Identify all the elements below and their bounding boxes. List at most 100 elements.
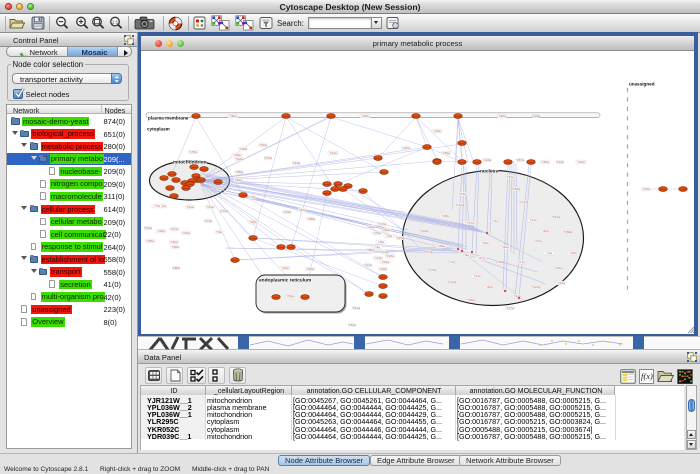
svg-text:Yr27w: Yr27w bbox=[477, 256, 485, 260]
svg-text:Yr13w: Yr13w bbox=[380, 250, 388, 254]
svg-text:Yr19w: Yr19w bbox=[281, 266, 289, 270]
svg-text:Yr78w: Yr78w bbox=[189, 150, 197, 154]
svg-text:Yr55w: Yr55w bbox=[235, 170, 243, 174]
svg-text:Yr16w: Yr16w bbox=[481, 241, 489, 245]
svg-text:Yr64w: Yr64w bbox=[437, 244, 445, 248]
svg-text:Yr54w: Yr54w bbox=[283, 210, 291, 214]
svg-text:Yr36w: Yr36w bbox=[361, 114, 369, 118]
svg-text:Yr67w: Yr67w bbox=[534, 239, 542, 243]
svg-text:Yr64w: Yr64w bbox=[367, 225, 375, 229]
svg-text:Yr36w: Yr36w bbox=[157, 229, 165, 233]
svg-text:Yr82w: Yr82w bbox=[512, 187, 520, 191]
svg-text:Yr29w: Yr29w bbox=[532, 114, 540, 118]
svg-text:Yr41w: Yr41w bbox=[352, 306, 360, 310]
svg-text:Yr71w: Yr71w bbox=[517, 260, 525, 264]
svg-text:Yr20w: Yr20w bbox=[402, 146, 410, 150]
svg-text:Yr70w: Yr70w bbox=[466, 221, 474, 225]
svg-text:Yr42w: Yr42w bbox=[235, 157, 243, 161]
svg-text:Yr45w: Yr45w bbox=[306, 267, 314, 271]
svg-text:Yr84w: Yr84w bbox=[498, 114, 506, 118]
svg-text:Yr64w: Yr64w bbox=[506, 175, 514, 179]
svg-text:Yr17w: Yr17w bbox=[506, 306, 514, 310]
svg-text:Yr79w: Yr79w bbox=[428, 268, 436, 272]
svg-text:Yr57w: Yr57w bbox=[516, 158, 524, 162]
svg-text:Yr6w: Yr6w bbox=[216, 230, 222, 234]
svg-text:Yr47w: Yr47w bbox=[170, 227, 178, 231]
svg-text:Yr0w: Yr0w bbox=[378, 240, 384, 244]
svg-text:Yr30w: Yr30w bbox=[249, 220, 257, 224]
svg-text:Yr35w: Yr35w bbox=[146, 239, 154, 243]
svg-text:Yr63w: Yr63w bbox=[182, 231, 190, 235]
svg-text:Yr66w: Yr66w bbox=[171, 245, 179, 249]
svg-text:Yr43w: Yr43w bbox=[557, 281, 565, 285]
svg-text:Yr65w: Yr65w bbox=[442, 151, 450, 155]
svg-text:mitochondrion: mitochondrion bbox=[173, 160, 207, 166]
svg-text:Yr15w: Yr15w bbox=[396, 236, 404, 240]
svg-text:Yr41w: Yr41w bbox=[186, 205, 194, 209]
svg-text:Yr14w: Yr14w bbox=[292, 161, 300, 165]
svg-text:Yr31w: Yr31w bbox=[577, 160, 585, 164]
svg-text:Yr70w: Yr70w bbox=[264, 156, 272, 160]
svg-text:Yr22w: Yr22w bbox=[532, 285, 540, 289]
svg-text:Yr76w: Yr76w bbox=[373, 231, 381, 235]
svg-text:Yr24w: Yr24w bbox=[381, 260, 389, 264]
svg-text:Yr52w: Yr52w bbox=[259, 143, 267, 147]
svg-text:Yr2w: Yr2w bbox=[449, 260, 455, 264]
svg-text:Yr54w: Yr54w bbox=[348, 323, 356, 327]
svg-text:Yr34w: Yr34w bbox=[642, 187, 650, 191]
svg-text:Yr32w: Yr32w bbox=[420, 229, 428, 233]
svg-text:Yr25w: Yr25w bbox=[554, 266, 562, 270]
svg-text:Yr79w: Yr79w bbox=[220, 209, 228, 213]
svg-text:Yr72w: Yr72w bbox=[378, 222, 386, 226]
svg-text:Yr13w: Yr13w bbox=[374, 256, 382, 260]
svg-text:Yr33w: Yr33w bbox=[458, 192, 466, 196]
svg-text:Yr62w: Yr62w bbox=[234, 178, 242, 182]
svg-text:Yr41w: Yr41w bbox=[329, 151, 337, 155]
svg-text:endoplasmic reticulum: endoplasmic reticulum bbox=[259, 278, 311, 284]
svg-text:Yr36w: Yr36w bbox=[239, 147, 247, 151]
svg-text:Yr20w: Yr20w bbox=[144, 226, 152, 230]
svg-text:Yr38w: Yr38w bbox=[441, 214, 449, 218]
svg-text:Yr59w: Yr59w bbox=[467, 298, 475, 302]
svg-text:Yr88w: Yr88w bbox=[172, 266, 180, 270]
svg-text:Yr61w: Yr61w bbox=[206, 205, 214, 209]
svg-text:Yr13w: Yr13w bbox=[519, 200, 527, 204]
svg-text:Yr40w: Yr40w bbox=[501, 245, 509, 249]
svg-text:Yr64w: Yr64w bbox=[485, 285, 493, 289]
svg-text:Yr7w: Yr7w bbox=[154, 204, 160, 208]
svg-text:nucleus: nucleus bbox=[480, 169, 498, 175]
svg-text:Yr41w: Yr41w bbox=[473, 274, 481, 278]
svg-text:Yr67w: Yr67w bbox=[298, 208, 306, 212]
svg-text:Yr25w: Yr25w bbox=[569, 251, 577, 255]
svg-text:Yr4w: Yr4w bbox=[249, 195, 255, 199]
svg-text:Yr36w: Yr36w bbox=[233, 153, 241, 157]
svg-text:Yr29w: Yr29w bbox=[379, 267, 387, 271]
svg-text:Yr10w: Yr10w bbox=[364, 263, 372, 267]
svg-text:1:1: 1:1 bbox=[111, 20, 118, 25]
svg-text:Yr42w: Yr42w bbox=[456, 203, 464, 207]
svg-text:Yr84w: Yr84w bbox=[541, 160, 549, 164]
svg-text:Yr50w: Yr50w bbox=[496, 260, 504, 264]
svg-text:Yr64w: Yr64w bbox=[541, 229, 549, 233]
svg-text:Yr4w: Yr4w bbox=[492, 219, 498, 223]
svg-text:Yr22w: Yr22w bbox=[448, 280, 456, 284]
svg-text:cytoplasm: cytoplasm bbox=[147, 127, 170, 132]
svg-text:Yr85w: Yr85w bbox=[307, 217, 315, 221]
svg-text:Yr82w: Yr82w bbox=[382, 228, 390, 232]
svg-text:Yr23w: Yr23w bbox=[386, 254, 394, 258]
svg-text:plasma membrane: plasma membrane bbox=[148, 116, 189, 121]
svg-text:Yr1w: Yr1w bbox=[546, 251, 552, 255]
svg-text:Yr41w: Yr41w bbox=[529, 218, 537, 222]
svg-text:Yr1w: Yr1w bbox=[374, 245, 380, 249]
svg-text:Yr88w: Yr88w bbox=[564, 230, 572, 234]
svg-text:unassigned: unassigned bbox=[629, 82, 655, 87]
svg-text:Yr10w: Yr10w bbox=[556, 160, 564, 164]
svg-text:Yr57w: Yr57w bbox=[424, 250, 432, 254]
svg-text:Yr9w: Yr9w bbox=[463, 253, 469, 257]
svg-text:Yr82w: Yr82w bbox=[229, 114, 237, 118]
svg-text:Yr34w: Yr34w bbox=[433, 129, 441, 133]
svg-text:Yr24w: Yr24w bbox=[483, 158, 491, 162]
svg-text:Yr86w: Yr86w bbox=[366, 248, 374, 252]
svg-text:Yr60w: Yr60w bbox=[170, 240, 178, 244]
svg-text:Yr73w: Yr73w bbox=[204, 219, 212, 223]
